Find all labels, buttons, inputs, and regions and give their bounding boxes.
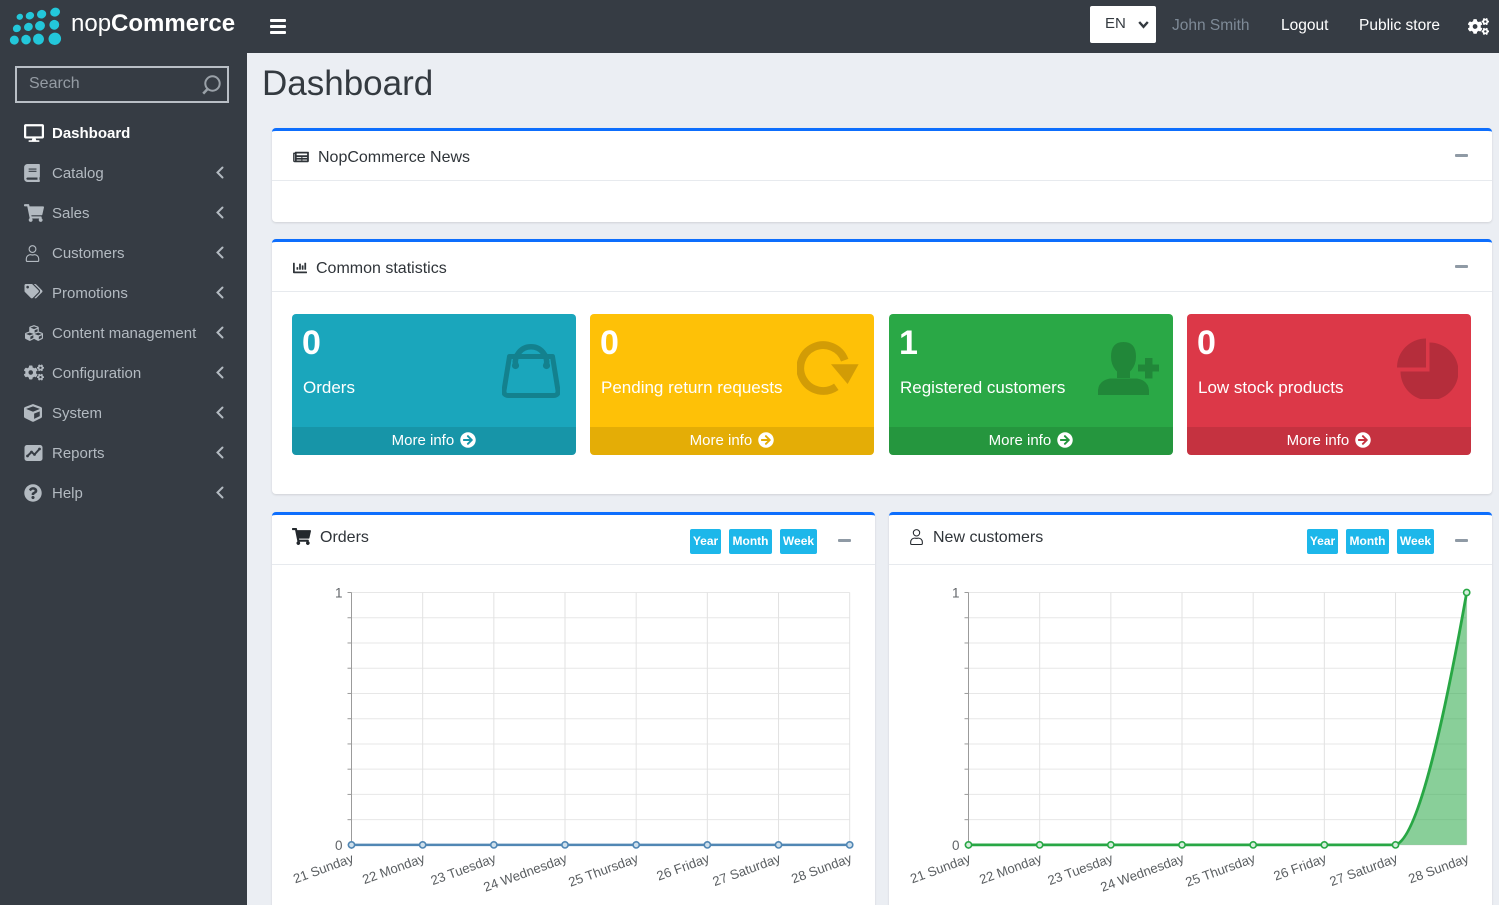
svg-text:28 Sunday: 28 Sunday — [789, 850, 854, 886]
svg-text:27 Saturday: 27 Saturday — [1328, 850, 1400, 889]
svg-text:21 Sunday: 21 Sunday — [291, 850, 356, 886]
svg-text:21 Sunday: 21 Sunday — [908, 850, 973, 886]
svg-text:26 Friday: 26 Friday — [1272, 850, 1329, 883]
svg-text:28 Sunday: 28 Sunday — [1406, 850, 1471, 886]
svg-text:0: 0 — [952, 838, 960, 853]
svg-text:0: 0 — [335, 838, 343, 853]
svg-text:26 Friday: 26 Friday — [655, 850, 712, 883]
svg-text:22 Monday: 22 Monday — [360, 850, 427, 887]
svg-text:1: 1 — [335, 586, 343, 601]
svg-text:27 Saturday: 27 Saturday — [711, 850, 783, 889]
svg-text:22 Monday: 22 Monday — [977, 850, 1044, 887]
svg-text:25 Thursday: 25 Thursday — [566, 850, 640, 889]
svg-text:1: 1 — [952, 586, 960, 601]
svg-text:25 Thursday: 25 Thursday — [1183, 850, 1257, 889]
